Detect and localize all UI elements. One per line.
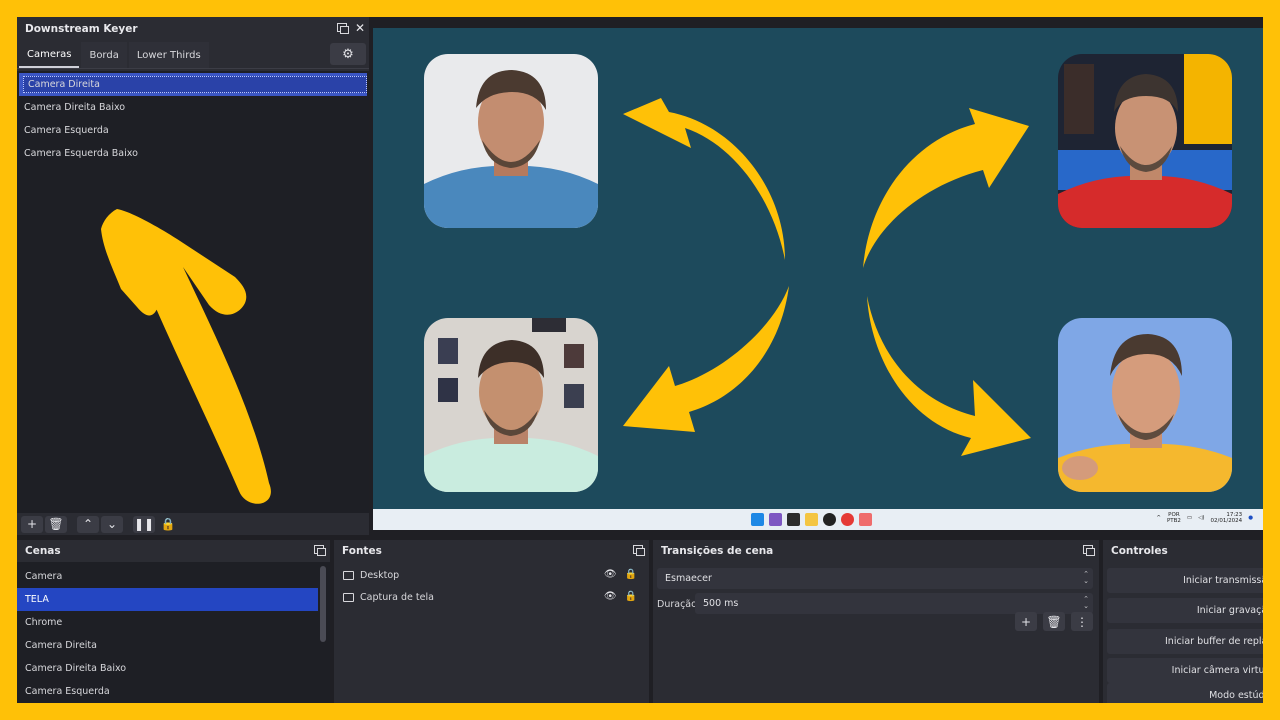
scene-item[interactable]: Camera Esquerda [17,680,330,703]
source-label: Captura de tela [360,591,434,603]
trash-icon[interactable]: 🗑 [1043,612,1065,631]
sources-list: Desktop 👁 🔒 Captura de tela 👁 🔒 [334,562,649,703]
copilot-icon[interactable] [769,513,782,526]
lock-icon[interactable]: 🔒 [625,591,637,602]
more-options-icon[interactable]: ⋮ [1071,612,1093,631]
scene-item[interactable]: Camera Direita [17,634,330,657]
dsk-toolbar: + 🗑 ⌃ ⌄ ❚❚ 🔒 [17,513,369,535]
dsk-header: Downstream Keyer ✕ [17,17,369,41]
chrome-icon[interactable] [841,513,854,526]
tab-borda[interactable]: Borda [81,42,127,68]
scenes-dock: Cenas Camera TELA Chrome Camera Direita … [17,540,330,703]
spinner-icon[interactable]: ⌃ ⌄ [1083,596,1089,610]
transition-value: Esmaecer [665,573,712,584]
scene-item[interactable]: Camera [17,565,330,588]
transitions-dock: Transições de cena Esmaecer ⌃ ⌄ Duração 5… [653,540,1099,703]
trash-icon[interactable]: 🗑 [45,515,67,533]
scene-item[interactable]: TELA [17,588,318,611]
tab-lower-thirds[interactable]: Lower Thirds [128,42,209,68]
scenes-title: Cenas [25,545,61,557]
system-tray: ^ POR PTB2 ▭ ◁) 17:23 02/01/2024 ● [1156,512,1253,524]
windows-start-icon[interactable] [751,513,764,526]
controls-dock: Controles Iniciar transmissão Iniciar gr… [1103,540,1263,703]
duration-label: Duração [657,599,697,610]
terminal-icon[interactable] [787,513,800,526]
transition-select[interactable]: Esmaecer ⌃ ⌄ [657,568,1093,589]
eye-icon[interactable]: 👁 [604,569,617,580]
source-item[interactable]: Desktop 👁 🔒 [334,564,649,586]
lock-icon[interactable]: 🔒 [625,569,637,580]
clock-date[interactable]: 02/01/2024 [1210,518,1242,524]
keyboard-layout[interactable]: PTB2 [1167,518,1181,524]
start-streaming-button[interactable]: Iniciar transmissão [1107,568,1263,593]
notification-icon[interactable]: ● [1248,515,1253,521]
dsk-title: Downstream Keyer [25,23,138,35]
preview-area: ^ POR PTB2 ▭ ◁) 17:23 02/01/2024 ● [369,17,1263,535]
dsk-tabs: Cameras Borda Lower Thirds ⚙ [17,41,369,69]
eye-icon[interactable]: 👁 [604,591,617,602]
dsk-scene-list: Camera Direita Camera Direita Baixo Came… [17,71,369,513]
add-icon[interactable]: + [21,515,43,533]
network-icon[interactable]: ▭ [1187,515,1192,521]
updown-icon: ⌃ ⌄ [1083,570,1089,585]
start-replay-buffer-button[interactable]: Iniciar buffer de replay [1107,629,1263,654]
scenes-scrollbar[interactable] [320,566,326,642]
duration-value: 500 ms [703,598,739,609]
monitor-icon [343,592,354,602]
yellow-curved-arrows [623,98,1031,456]
transitions-title: Transições de cena [661,545,774,557]
lock-icon[interactable]: 🔒 [157,516,179,533]
start-recording-button[interactable]: Iniciar gravação [1107,598,1263,623]
undock-icon[interactable] [633,545,645,556]
undock-icon[interactable] [336,22,349,34]
sources-dock: Fontes Desktop 👁 🔒 Captura de tela 👁 🔒 [334,540,649,703]
volume-icon[interactable]: ◁) [1198,515,1204,521]
folder-icon[interactable] [805,513,818,526]
sources-title: Fontes [342,545,382,557]
undock-icon[interactable] [1083,545,1095,556]
obs-window: Downstream Keyer ✕ Cameras Borda Lower T… [17,17,1263,703]
obs-icon[interactable] [823,513,836,526]
pause-icon[interactable]: ❚❚ [133,515,155,533]
scenes-list: Camera TELA Chrome Camera Direita Camera… [17,562,330,703]
duration-spinbox[interactable]: 500 ms ⌃ ⌄ [695,593,1093,614]
yellow-arrow-annotation [101,209,271,504]
move-up-icon[interactable]: ⌃ [77,515,99,533]
downstream-keyer-dock: Downstream Keyer ✕ Cameras Borda Lower T… [17,17,369,535]
start-virtual-camera-button[interactable]: Iniciar câmera virtual [1107,658,1263,683]
undock-icon[interactable] [314,545,326,556]
chevron-up-icon[interactable]: ^ [1156,515,1161,521]
source-label: Desktop [360,569,400,581]
settings-gear-icon[interactable]: ⚙ [330,43,366,65]
program-preview[interactable] [373,28,1263,509]
source-item[interactable]: Captura de tela 👁 🔒 [334,586,649,608]
scene-item[interactable]: Camera Direita Baixo [17,657,330,680]
image-icon [343,570,354,580]
controls-title: Controles [1111,545,1168,557]
add-icon[interactable]: + [1015,612,1037,631]
windows-taskbar: ^ POR PTB2 ▭ ◁) 17:23 02/01/2024 ● [373,509,1263,530]
app-icon[interactable] [859,513,872,526]
scene-item[interactable]: Chrome [17,611,330,634]
studio-mode-button[interactable]: Modo estúdio [1107,683,1263,703]
move-down-icon[interactable]: ⌄ [101,515,123,533]
tab-cameras[interactable]: Cameras [19,42,80,68]
bottom-docks: Cenas Camera TELA Chrome Camera Direita … [17,540,1263,703]
close-icon[interactable]: ✕ [355,22,365,34]
